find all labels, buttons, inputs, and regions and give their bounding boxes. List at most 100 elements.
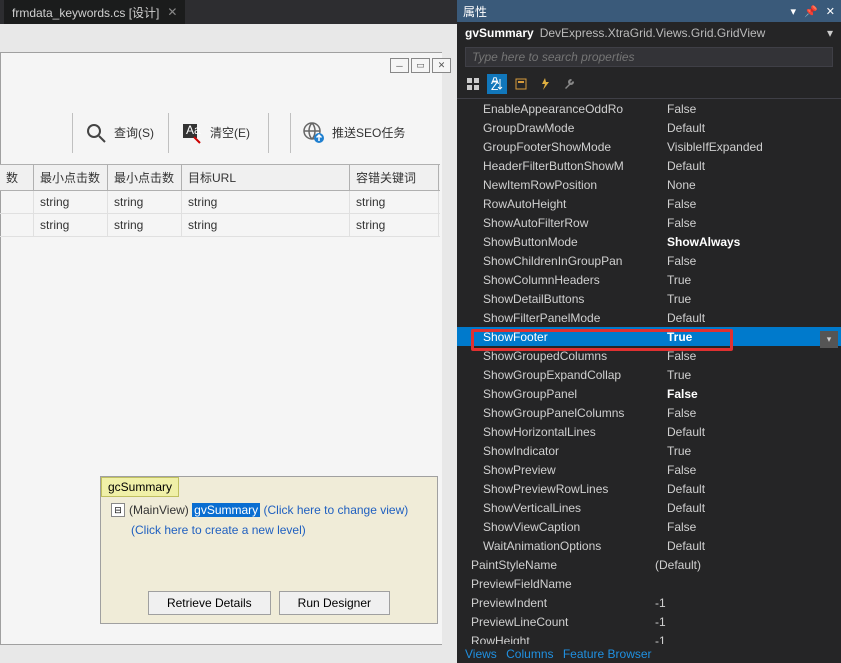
property-row[interactable]: ShowPreviewRowLinesDefault bbox=[457, 479, 841, 498]
search-button[interactable]: 查询(S) bbox=[74, 117, 164, 149]
new-level-link[interactable]: (Click here to create a new level) bbox=[101, 523, 437, 545]
property-row[interactable]: ShowGroupedColumnsFalse bbox=[457, 346, 841, 365]
property-value[interactable]: Default bbox=[663, 501, 841, 515]
property-row[interactable]: ShowFooterTrue bbox=[457, 327, 841, 346]
views-link[interactable]: Views bbox=[465, 647, 497, 661]
property-row[interactable]: ShowHorizontalLinesDefault bbox=[457, 422, 841, 441]
property-value[interactable]: False bbox=[663, 102, 841, 116]
pin-icon[interactable]: 📌 bbox=[804, 5, 818, 18]
property-name: NewItemRowPosition bbox=[483, 178, 663, 192]
property-row[interactable]: ShowButtonModeShowAlways bbox=[457, 232, 841, 251]
property-row[interactable]: ShowIndicatorTrue bbox=[457, 441, 841, 460]
property-value[interactable]: -1 bbox=[651, 596, 841, 610]
property-row[interactable]: GroupFooterShowModeVisibleIfExpanded bbox=[457, 137, 841, 156]
property-value[interactable]: -1 bbox=[651, 615, 841, 629]
table-row[interactable]: string string string string bbox=[0, 191, 440, 214]
dropdown-icon[interactable]: ▾ bbox=[791, 5, 797, 18]
property-row[interactable]: ShowColumnHeadersTrue bbox=[457, 270, 841, 289]
property-row[interactable]: ShowGroupPanelColumnsFalse bbox=[457, 403, 841, 422]
property-value[interactable]: VisibleIfExpanded bbox=[663, 140, 841, 154]
property-value[interactable]: Default bbox=[663, 539, 841, 553]
property-value[interactable]: False bbox=[663, 349, 841, 363]
property-row[interactable]: PreviewLineCount-1 bbox=[457, 612, 841, 631]
property-row[interactable]: NewItemRowPositionNone bbox=[457, 175, 841, 194]
property-row[interactable]: ShowDetailButtonsTrue bbox=[457, 289, 841, 308]
property-value[interactable]: False bbox=[663, 254, 841, 268]
properties-icon[interactable] bbox=[511, 74, 531, 94]
property-row[interactable]: RowHeight-1 bbox=[457, 631, 841, 644]
object-type: DevExpress.XtraGrid.Views.Grid.GridView bbox=[540, 26, 766, 40]
data-grid[interactable]: 数 最小点击数 最小点击数 目标URL 容错关键词 string string … bbox=[0, 164, 440, 237]
property-value[interactable]: Default bbox=[663, 159, 841, 173]
feature-browser-link[interactable]: Feature Browser bbox=[563, 647, 652, 661]
seo-button[interactable]: 推送SEO任务 bbox=[292, 117, 415, 149]
change-view-link[interactable]: (Click here to change view) bbox=[264, 503, 409, 517]
property-value[interactable]: Default bbox=[663, 121, 841, 135]
chevron-down-icon[interactable]: ▾ bbox=[827, 26, 833, 40]
close-icon[interactable]: ✕ bbox=[826, 5, 835, 18]
property-row[interactable]: PreviewIndent-1 bbox=[457, 593, 841, 612]
property-row[interactable]: ShowChildrenInGroupPanFalse bbox=[457, 251, 841, 270]
events-icon[interactable] bbox=[535, 74, 555, 94]
property-value[interactable]: -1 bbox=[651, 634, 841, 645]
gvsummary-selected[interactable]: gvSummary bbox=[192, 503, 260, 517]
properties-grid[interactable]: EnableAppearanceOddRoFalseGroupDrawModeD… bbox=[457, 99, 841, 644]
close-icon[interactable]: ✕ bbox=[167, 5, 177, 19]
property-value[interactable]: True bbox=[663, 273, 841, 287]
retrieve-details-button[interactable]: Retrieve Details bbox=[148, 591, 271, 615]
wrench-icon[interactable] bbox=[559, 74, 579, 94]
property-value[interactable]: True bbox=[663, 330, 841, 344]
property-row[interactable]: HeaderFilterButtonShowMDefault bbox=[457, 156, 841, 175]
minimize-icon[interactable]: ─ bbox=[390, 58, 409, 73]
alphabetical-icon[interactable]: AZ bbox=[487, 74, 507, 94]
col-header[interactable]: 容错关键词 bbox=[350, 165, 439, 190]
property-value[interactable]: True bbox=[663, 292, 841, 306]
search-input[interactable] bbox=[465, 47, 833, 67]
property-value[interactable]: False bbox=[663, 406, 841, 420]
col-header[interactable]: 数 bbox=[0, 165, 34, 190]
property-value[interactable]: False bbox=[663, 463, 841, 477]
property-row[interactable]: ShowAutoFilterRowFalse bbox=[457, 213, 841, 232]
property-value[interactable]: (Default) bbox=[651, 558, 841, 572]
property-row[interactable]: PaintStyleName(Default) bbox=[457, 555, 841, 574]
property-row[interactable]: ShowPreviewFalse bbox=[457, 460, 841, 479]
gcsummary-title[interactable]: gcSummary bbox=[101, 477, 179, 497]
property-value[interactable]: True bbox=[663, 368, 841, 382]
property-value[interactable]: ShowAlways bbox=[663, 235, 841, 249]
property-row[interactable]: ShowViewCaptionFalse bbox=[457, 517, 841, 536]
property-row[interactable]: PreviewFieldName bbox=[457, 574, 841, 593]
maximize-icon[interactable]: ▭ bbox=[411, 58, 430, 73]
property-row[interactable]: GroupDrawModeDefault bbox=[457, 118, 841, 137]
run-designer-button[interactable]: Run Designer bbox=[279, 591, 390, 615]
property-row[interactable]: ShowFilterPanelModeDefault bbox=[457, 308, 841, 327]
col-header[interactable]: 最小点击数 bbox=[34, 165, 108, 190]
property-value[interactable]: False bbox=[663, 216, 841, 230]
property-row[interactable]: ShowVerticalLinesDefault bbox=[457, 498, 841, 517]
property-value[interactable]: Default bbox=[663, 482, 841, 496]
property-row[interactable]: ShowGroupExpandCollapTrue bbox=[457, 365, 841, 384]
property-value[interactable]: Default bbox=[663, 425, 841, 439]
table-row[interactable]: string string string string bbox=[0, 214, 440, 237]
property-value[interactable]: Default bbox=[663, 311, 841, 325]
categorized-icon[interactable] bbox=[463, 74, 483, 94]
close-window-icon[interactable]: ✕ bbox=[432, 58, 451, 73]
property-row[interactable]: WaitAnimationOptionsDefault bbox=[457, 536, 841, 555]
property-value[interactable]: True bbox=[663, 444, 841, 458]
divider bbox=[168, 113, 169, 153]
value-dropdown-icon[interactable]: ▾ bbox=[820, 331, 838, 348]
col-header[interactable]: 目标URL bbox=[182, 165, 350, 190]
property-value[interactable]: False bbox=[663, 197, 841, 211]
collapse-icon[interactable]: ⊟ bbox=[111, 503, 125, 517]
object-selector[interactable]: gvSummary DevExpress.XtraGrid.Views.Grid… bbox=[457, 22, 841, 44]
property-row[interactable]: EnableAppearanceOddRoFalse bbox=[457, 99, 841, 118]
property-value[interactable]: False bbox=[663, 520, 841, 534]
columns-link[interactable]: Columns bbox=[506, 647, 553, 661]
col-header[interactable]: 最小点击数 bbox=[108, 165, 182, 190]
property-row[interactable]: ShowGroupPanelFalse bbox=[457, 384, 841, 403]
clear-button[interactable]: Aa 清空(E) bbox=[170, 117, 260, 149]
property-name: ShowVerticalLines bbox=[483, 501, 663, 515]
property-row[interactable]: RowAutoHeightFalse bbox=[457, 194, 841, 213]
property-value[interactable]: None bbox=[663, 178, 841, 192]
property-value[interactable]: False bbox=[663, 387, 841, 401]
file-tab[interactable]: frmdata_keywords.cs [设计] ✕ bbox=[4, 0, 185, 25]
